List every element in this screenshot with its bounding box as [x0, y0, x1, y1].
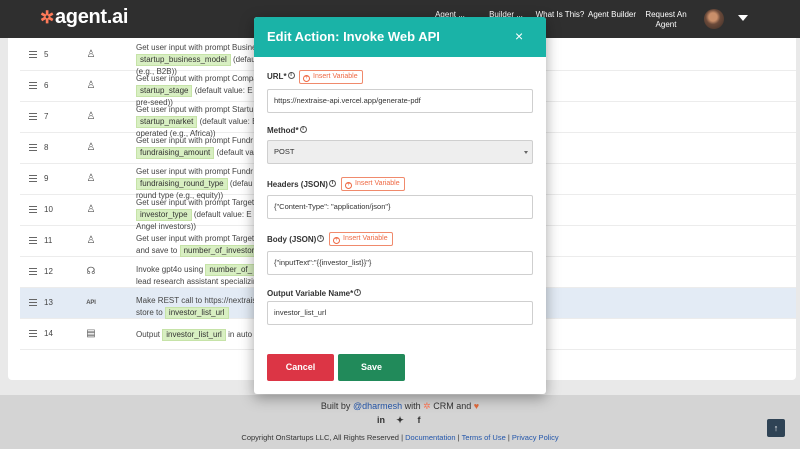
modal-overlay: Edit Action: Invoke Web API × URL* i + Ins…: [0, 0, 800, 449]
modal-header: Edit Action: Invoke Web API ×: [254, 17, 546, 57]
info-icon: i: [299, 126, 307, 133]
close-icon[interactable]: ×: [515, 29, 523, 43]
insert-variable-button[interactable]: + Insert Variable: [329, 232, 393, 246]
url-label: URL* i: [267, 72, 295, 81]
save-button[interactable]: Save: [338, 354, 405, 381]
insert-variable-button[interactable]: + Insert Variable: [299, 70, 363, 84]
output-variable-label: Output Variable Name* i: [267, 289, 362, 298]
info-icon: i: [328, 180, 336, 187]
body-label: Body (JSON) i: [267, 235, 325, 244]
output-variable-input[interactable]: investor_list_url: [267, 301, 533, 325]
chevron-down-icon: [524, 151, 528, 154]
plus-circle-icon: +: [333, 237, 340, 244]
url-input[interactable]: https://nextraise-api.vercel.app/generat…: [267, 89, 533, 113]
body-input[interactable]: {"inputText":"{{investor_list}}"}: [267, 251, 533, 275]
method-label: Method* i: [267, 126, 307, 135]
headers-input[interactable]: {"Content-Type": "application/json"}: [267, 195, 533, 219]
headers-label: Headers (JSON) i: [267, 180, 336, 189]
plus-circle-icon: +: [303, 75, 310, 82]
edit-action-modal: Edit Action: Invoke Web API × URL* i + Ins…: [254, 17, 546, 394]
method-select[interactable]: POST: [267, 140, 533, 164]
plus-circle-icon: +: [345, 182, 352, 189]
insert-variable-button[interactable]: + Insert Variable: [341, 177, 405, 191]
cancel-button[interactable]: Cancel: [267, 354, 334, 381]
info-icon: i: [354, 289, 362, 296]
modal-title: Edit Action: Invoke Web API: [267, 29, 440, 44]
info-icon: i: [317, 235, 325, 242]
info-icon: i: [287, 72, 295, 79]
